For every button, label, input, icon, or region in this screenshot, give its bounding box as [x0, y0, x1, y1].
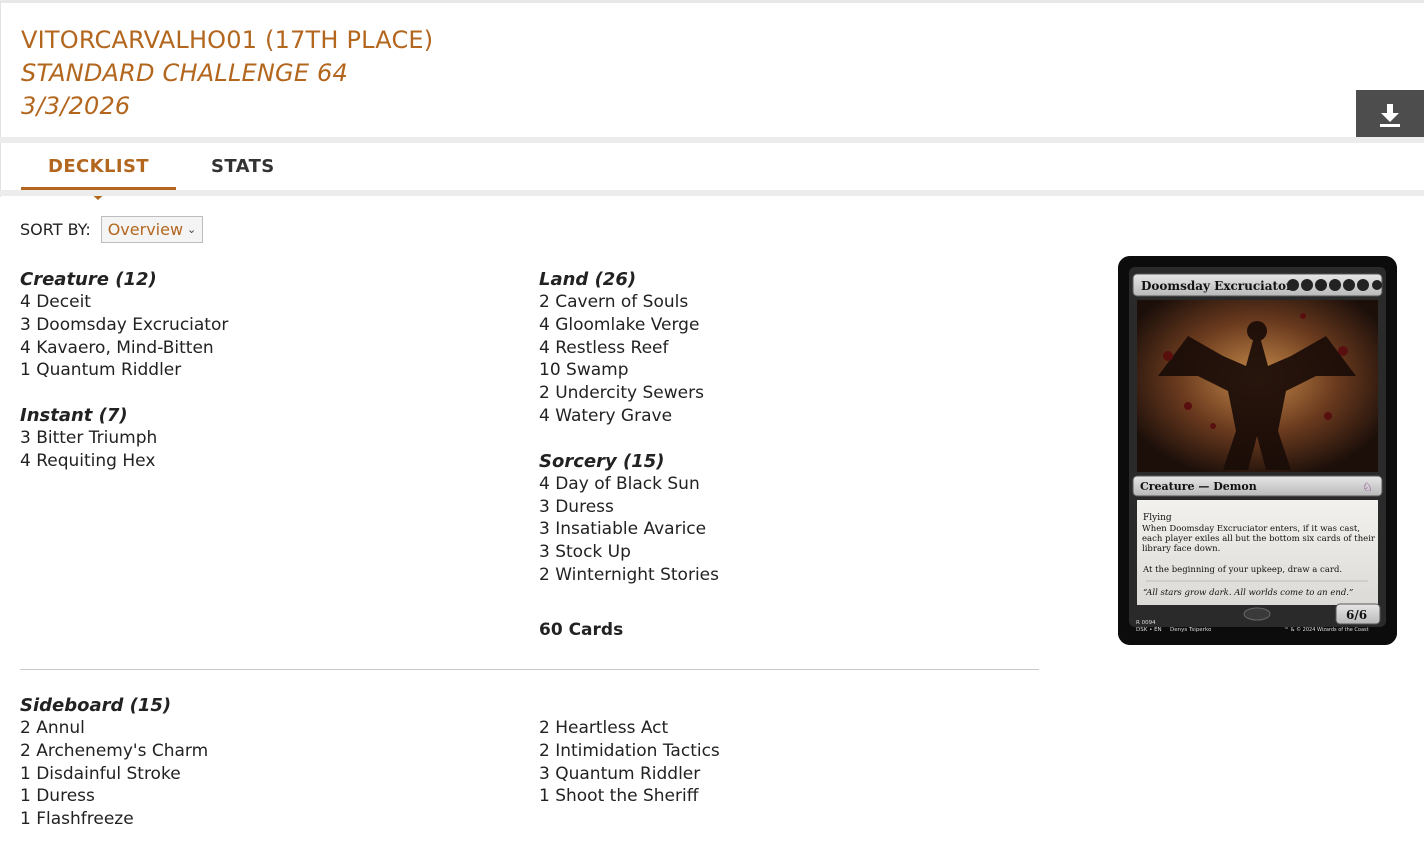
- download-icon: [1380, 104, 1400, 127]
- card-entry[interactable]: 3 Doomsday Excruciator: [20, 314, 228, 337]
- card-entry[interactable]: 2 Undercity Sewers: [539, 382, 719, 405]
- card-preview-image: Doomsday Excruciator Creature — Demon ♘ …: [1118, 256, 1397, 645]
- card-entry[interactable]: 4 Restless Reef: [539, 337, 719, 360]
- card-entry[interactable]: 4 Kavaero, Mind-Bitten: [20, 337, 228, 360]
- land-section: Land (26) 2 Cavern of Souls 4 Gloomlake …: [539, 268, 719, 428]
- tab-stats[interactable]: STATS: [211, 156, 275, 177]
- set-symbol-icon: ♘: [1362, 480, 1373, 494]
- card-entry[interactable]: 4 Day of Black Sun: [539, 473, 719, 496]
- card-entry[interactable]: 2 Intimidation Tactics: [539, 740, 720, 763]
- card-entry[interactable]: 3 Bitter Triumph: [20, 427, 228, 450]
- sideboard-right-column: 2 Heartless Act 2 Intimidation Tactics 3…: [539, 717, 720, 808]
- card-preview-art: Doomsday Excruciator Creature — Demon ♘ …: [1118, 256, 1397, 645]
- card-entry[interactable]: 1 Quantum Riddler: [20, 359, 228, 382]
- sort-label: SORT BY:: [20, 220, 91, 239]
- card-collector-number: R 0094: [1136, 620, 1156, 626]
- card-type-line: Creature — Demon: [1140, 480, 1257, 493]
- card-ability-flying: Flying: [1143, 513, 1172, 523]
- card-entry[interactable]: 2 Cavern of Souls: [539, 291, 719, 314]
- instant-section: Instant (7) 3 Bitter Triumph 4 Requiting…: [20, 404, 228, 473]
- sorcery-section: Sorcery (15) 4 Day of Black Sun 3 Duress…: [539, 450, 719, 587]
- card-entry[interactable]: 2 Archenemy's Charm: [20, 740, 208, 763]
- land-heading: Land (26): [539, 269, 637, 290]
- tabs-divider: [0, 190, 1424, 196]
- card-ability-upkeep: At the beginning of your upkeep, draw a …: [1142, 565, 1342, 575]
- card-entry[interactable]: 1 Flashfreeze: [20, 808, 208, 831]
- sideboard-left-column: Sideboard (15) 2 Annul 2 Archenemy's Cha…: [20, 694, 208, 831]
- sort-select[interactable]: Overview ⌄: [100, 216, 204, 243]
- card-entry[interactable]: 3 Duress: [539, 496, 719, 519]
- card-entry[interactable]: 2 Heartless Act: [539, 717, 720, 740]
- card-entry[interactable]: 2 Winternight Stories: [539, 564, 719, 587]
- card-entry[interactable]: 2 Annul: [20, 717, 208, 740]
- card-set-language: DSK • EN: [1136, 627, 1162, 633]
- card-entry[interactable]: 4 Deceit: [20, 291, 228, 314]
- card-entry[interactable]: 3 Quantum Riddler: [539, 763, 720, 786]
- card-copyright: ™ & © 2024 Wizards of the Coast: [1284, 626, 1369, 633]
- card-entry[interactable]: 3 Stock Up: [539, 541, 719, 564]
- player-name: VITORCARVALHO01 (17TH PLACE): [21, 26, 434, 54]
- card-ability-enters: When Doomsday Excruciator enters, if it …: [1142, 524, 1375, 554]
- card-entry[interactable]: 4 Watery Grave: [539, 405, 719, 428]
- chevron-down-icon: ⌄: [187, 223, 197, 236]
- card-entry[interactable]: 1 Disdainful Stroke: [20, 763, 208, 786]
- deck-title-block: VITORCARVALHO01 (17TH PLACE) STANDARD CH…: [21, 24, 433, 123]
- card-artist: Denys Tsiperko: [1170, 627, 1212, 633]
- card-entry[interactable]: 1 Shoot the Sheriff: [539, 785, 720, 808]
- card-total: 60 Cards: [539, 620, 624, 640]
- tab-bar: DECKLIST STATS: [0, 143, 1424, 200]
- main-deck-left-column: Creature (12) 4 Deceit 3 Doomsday Excruc…: [20, 268, 228, 495]
- tab-decklist[interactable]: DECKLIST: [21, 156, 176, 191]
- card-name: Doomsday Excruciator: [1141, 279, 1293, 293]
- sort-row: SORT BY: Overview ⌄: [20, 216, 204, 243]
- card-entry[interactable]: 4 Requiting Hex: [20, 450, 228, 473]
- card-power-toughness: 6/6: [1346, 608, 1367, 622]
- creature-section: Creature (12) 4 Deceit 3 Doomsday Excruc…: [20, 268, 228, 382]
- instant-heading: Instant (7): [20, 405, 128, 427]
- sideboard-heading: Sideboard (15): [20, 695, 172, 716]
- card-entry[interactable]: 10 Swamp: [539, 359, 719, 382]
- download-button[interactable]: [1356, 90, 1424, 140]
- main-deck-right-column: Land (26) 2 Cavern of Souls 4 Gloomlake …: [539, 268, 719, 609]
- sorcery-heading: Sorcery (15): [539, 450, 665, 472]
- sideboard-divider: [20, 669, 1039, 670]
- event-name: STANDARD CHALLENGE 64: [21, 59, 348, 87]
- creature-heading: Creature (12): [20, 269, 157, 290]
- card-entry[interactable]: 4 Gloomlake Verge: [539, 314, 719, 337]
- card-entry[interactable]: 1 Duress: [20, 785, 208, 808]
- card-entry[interactable]: 3 Insatiable Avarice: [539, 518, 719, 541]
- card-flavor-text: “All stars grow dark. All worlds come to…: [1143, 587, 1353, 598]
- event-date: 3/3/2026: [21, 92, 131, 120]
- deck-header: VITORCARVALHO01 (17TH PLACE) STANDARD CH…: [0, 0, 1424, 140]
- sort-selected-value: Overview: [107, 220, 184, 239]
